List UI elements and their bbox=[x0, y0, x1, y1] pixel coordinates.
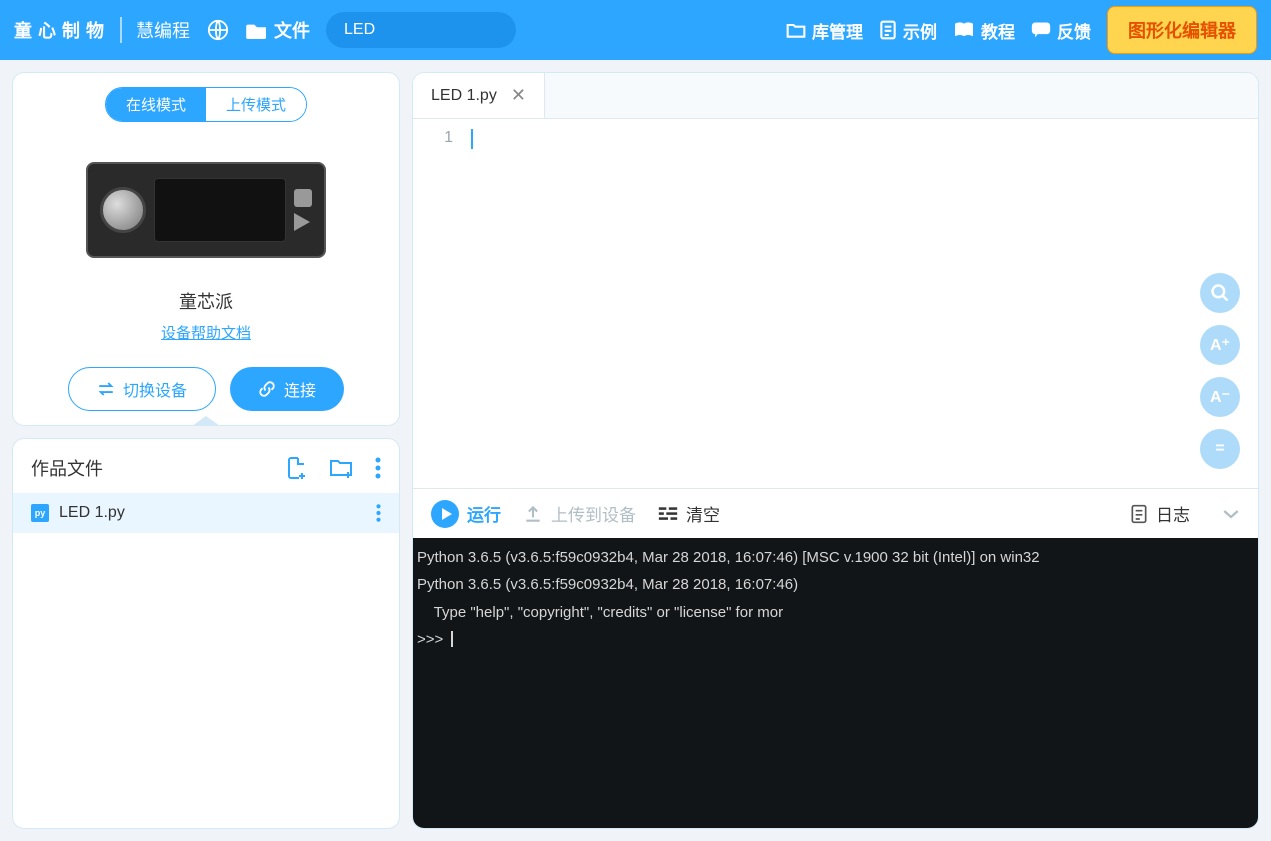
terminal-cursor bbox=[451, 631, 453, 647]
file-row[interactable]: py LED 1.py bbox=[13, 493, 399, 533]
file-name: LED 1.py bbox=[59, 504, 354, 522]
nav-examples[interactable]: 示例 bbox=[879, 18, 937, 43]
nav-feedback[interactable]: 反馈 bbox=[1031, 18, 1091, 43]
terminal-line: Python 3.6.5 (v3.6.5:f59c0932b4, Mar 28 … bbox=[417, 549, 1040, 566]
mode-toggle: 在线模式 上传模式 bbox=[105, 87, 307, 122]
mode-upload[interactable]: 上传模式 bbox=[206, 88, 306, 121]
device-help-link[interactable]: 设备帮助文档 bbox=[161, 322, 251, 343]
device-name: 童芯派 bbox=[179, 288, 233, 314]
files-panel: 作品文件 py LED 1.py bbox=[12, 438, 400, 829]
brand-sub: 慧编程 bbox=[120, 17, 190, 43]
search-icon[interactable] bbox=[1200, 273, 1240, 313]
tab-label: LED 1.py bbox=[431, 87, 497, 105]
terminal-line: Python 3.6.5 (v3.6.5:f59c0932b4, Mar 28 … bbox=[417, 576, 798, 593]
editor-body[interactable]: 1 bbox=[413, 119, 1258, 488]
topbar: 童心制物 慧编程 文件 库管理 示例 教程 反馈 图形化编辑器 bbox=[0, 0, 1271, 60]
equals-button[interactable]: = bbox=[1200, 429, 1240, 469]
device-panel: 在线模式 上传模式 童芯派 设备帮助文档 切换设备 bbox=[12, 72, 400, 426]
new-folder-icon[interactable] bbox=[329, 456, 355, 480]
code-area[interactable] bbox=[463, 119, 1258, 488]
upload-to-device-button: 上传到设备 bbox=[523, 501, 636, 526]
file-menu-label: 文件 bbox=[274, 17, 310, 43]
run-toolbar: 运行 上传到设备 清空 日志 bbox=[413, 488, 1258, 538]
log-button[interactable]: 日志 bbox=[1130, 501, 1190, 526]
terminal-prompt: >>> bbox=[417, 631, 447, 648]
new-file-icon[interactable] bbox=[285, 456, 309, 480]
device-knob-icon bbox=[100, 187, 146, 233]
terminal[interactable]: Python 3.6.5 (v3.6.5:f59c0932b4, Mar 28 … bbox=[413, 538, 1258, 828]
clear-button[interactable]: 清空 bbox=[658, 501, 720, 526]
brand: 童心制物 bbox=[14, 17, 110, 43]
line-number: 1 bbox=[413, 129, 453, 147]
terminal-line: Type "help", "copyright", "credits" or "… bbox=[417, 604, 783, 621]
float-tools: A⁺ A⁻ = bbox=[1200, 273, 1240, 469]
globe-icon[interactable] bbox=[206, 18, 230, 42]
file-menu[interactable]: 文件 bbox=[246, 17, 310, 43]
cursor bbox=[471, 129, 473, 149]
close-icon[interactable]: ✕ bbox=[511, 85, 526, 106]
device-image bbox=[86, 162, 326, 258]
project-name-input[interactable] bbox=[326, 12, 516, 48]
chevron-down-icon[interactable] bbox=[1222, 508, 1240, 520]
main: 在线模式 上传模式 童芯派 设备帮助文档 切换设备 bbox=[0, 60, 1271, 841]
right-panel: LED 1.py ✕ 1 A⁺ A⁻ = bbox=[412, 72, 1259, 829]
files-more-icon[interactable] bbox=[375, 457, 381, 479]
gutter: 1 bbox=[413, 119, 463, 488]
collapse-arrow-icon[interactable] bbox=[192, 416, 220, 426]
tab-bar: LED 1.py ✕ bbox=[413, 73, 1258, 119]
left-sidebar: 在线模式 上传模式 童芯派 设备帮助文档 切换设备 bbox=[12, 72, 400, 829]
device-actions: 切换设备 连接 bbox=[27, 367, 385, 411]
files-header: 作品文件 bbox=[13, 439, 399, 493]
device-buttons-icon bbox=[294, 189, 312, 231]
files-title: 作品文件 bbox=[31, 455, 265, 481]
tab[interactable]: LED 1.py ✕ bbox=[413, 73, 545, 118]
play-icon bbox=[431, 500, 459, 528]
switch-device-button[interactable]: 切换设备 bbox=[68, 367, 216, 411]
font-decrease-button[interactable]: A⁻ bbox=[1200, 377, 1240, 417]
editor: LED 1.py ✕ 1 A⁺ A⁻ = bbox=[412, 72, 1259, 829]
python-file-icon: py bbox=[31, 504, 49, 522]
file-more-icon[interactable] bbox=[376, 503, 381, 523]
nav-tutorials[interactable]: 教程 bbox=[953, 18, 1015, 43]
connect-button[interactable]: 连接 bbox=[230, 367, 344, 411]
nav-library[interactable]: 库管理 bbox=[786, 18, 863, 43]
device-screen-icon bbox=[154, 178, 286, 242]
graphical-editor-button[interactable]: 图形化编辑器 bbox=[1107, 6, 1257, 54]
font-increase-button[interactable]: A⁺ bbox=[1200, 325, 1240, 365]
run-button[interactable]: 运行 bbox=[431, 500, 501, 528]
mode-online[interactable]: 在线模式 bbox=[106, 88, 206, 121]
